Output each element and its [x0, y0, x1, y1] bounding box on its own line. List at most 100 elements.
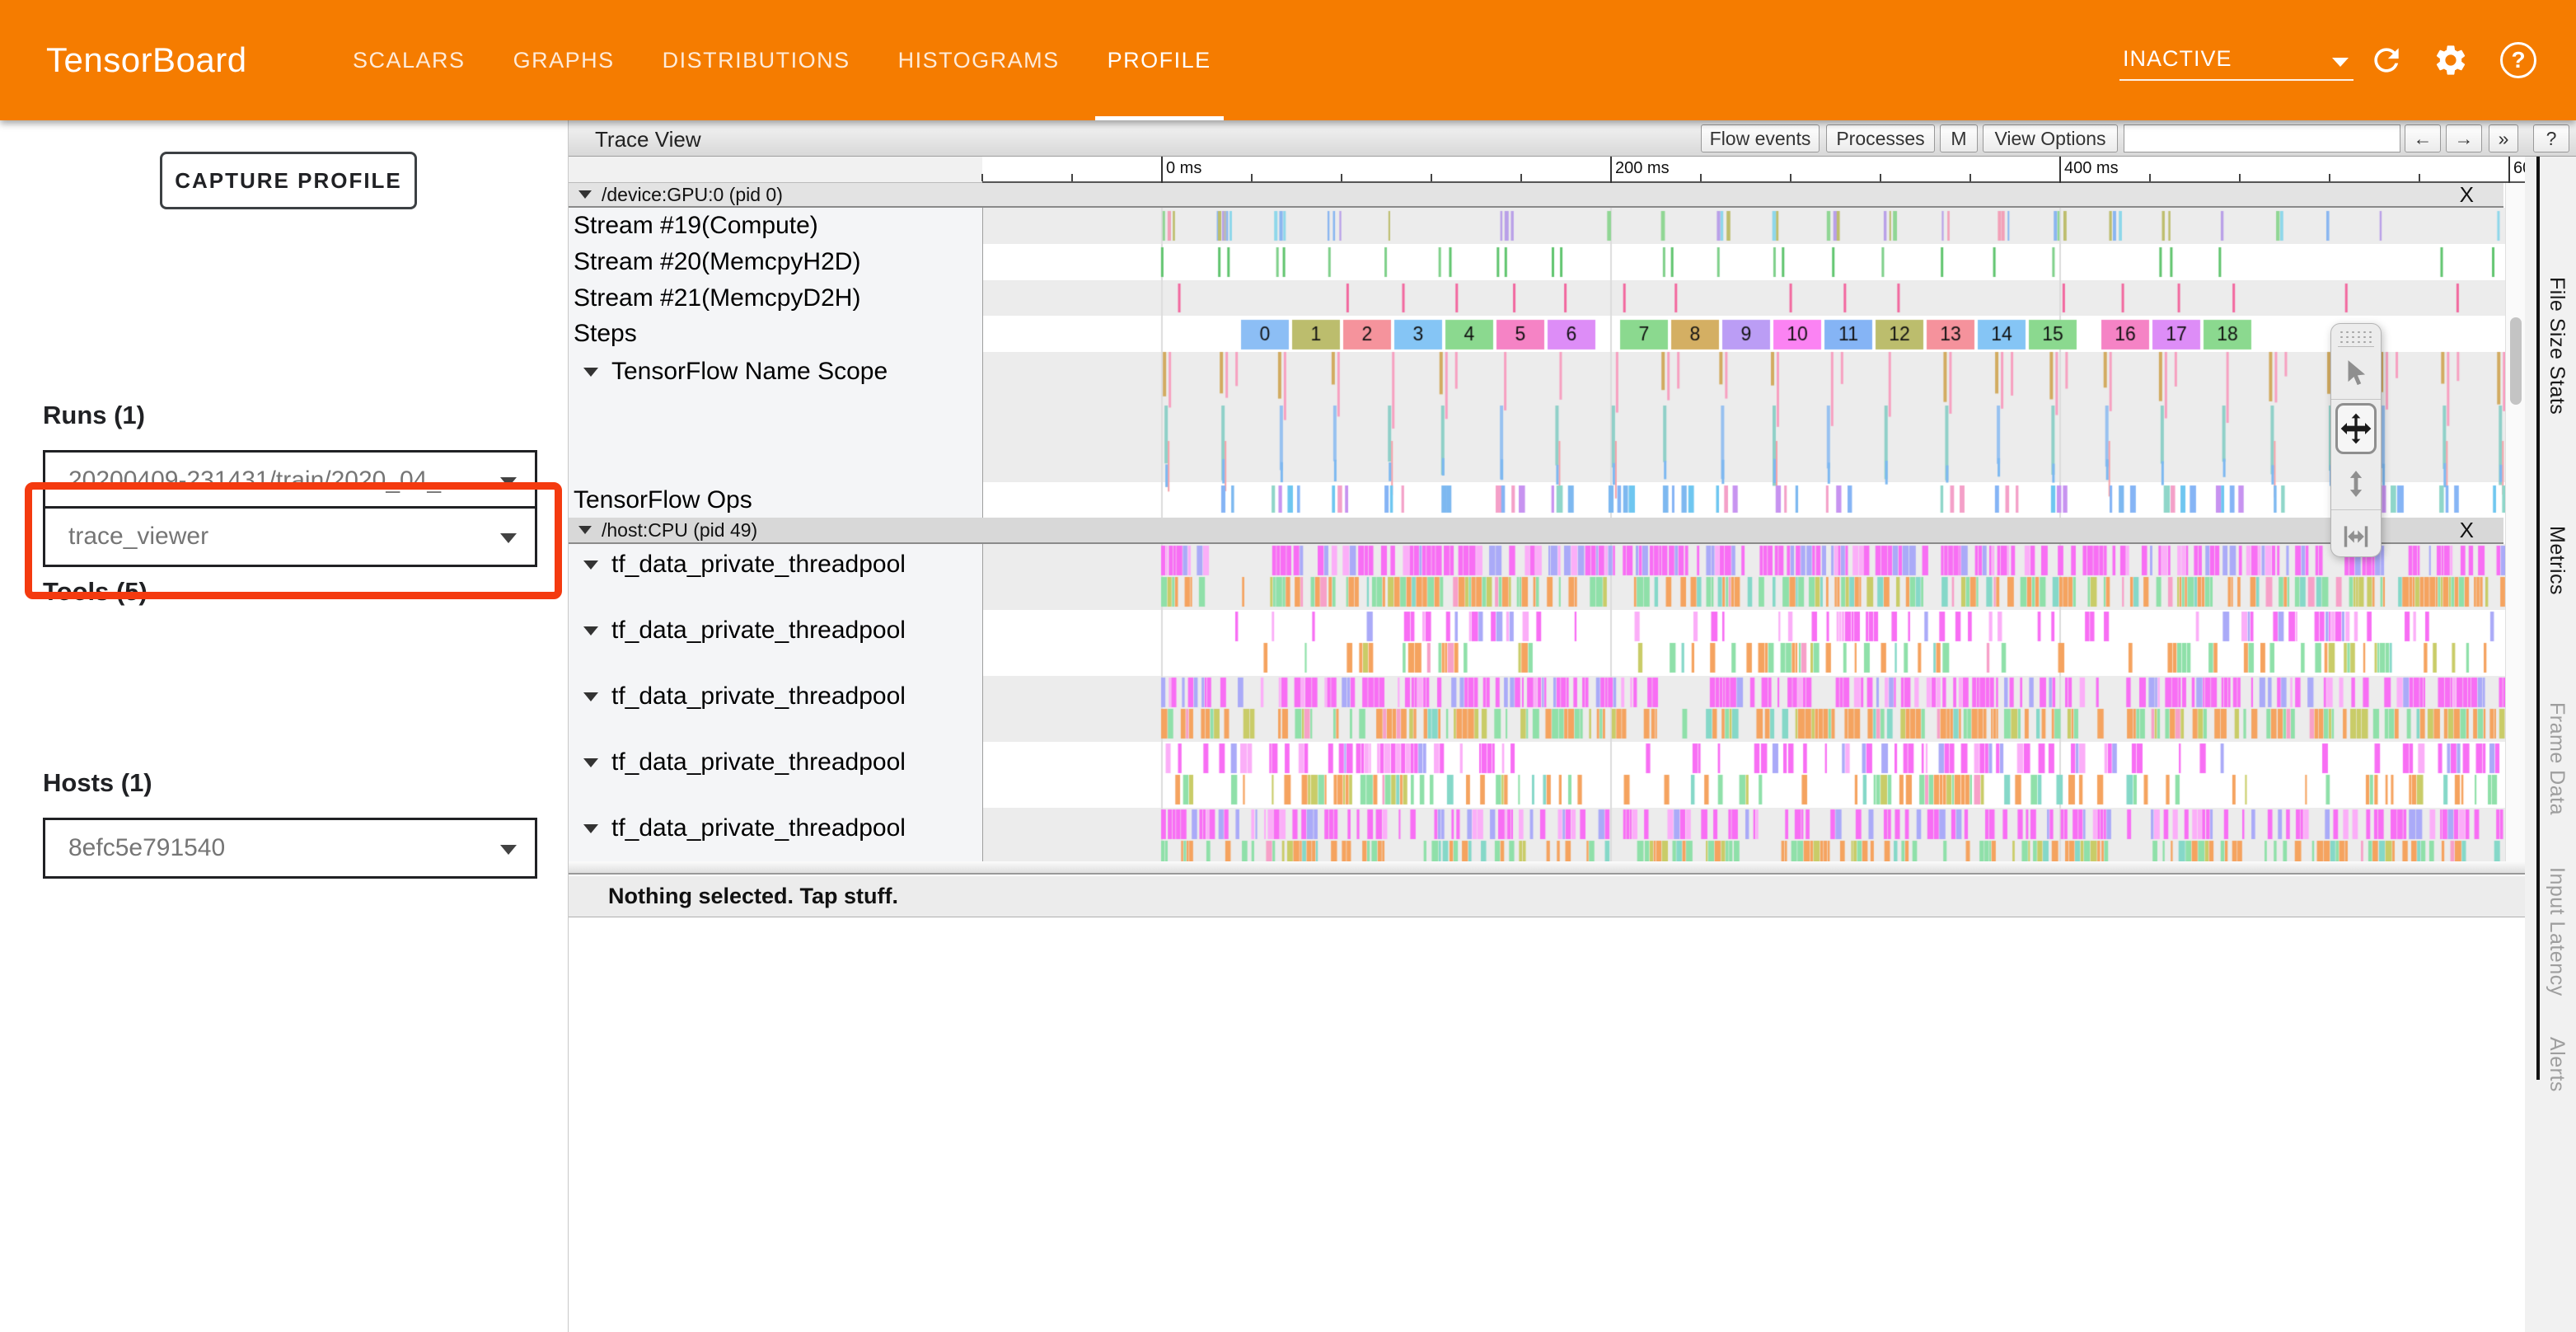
app-header: TensorBoard SCALARSGRAPHSDISTRIBUTIONSHI… [0, 0, 2576, 120]
track-row-label-text: tf_data_private_threadpool [611, 617, 906, 645]
chevron-down-icon [500, 477, 517, 487]
triangle-down-icon [583, 824, 598, 833]
trace-search-input[interactable] [2124, 124, 2400, 152]
triangle-down-icon [578, 526, 592, 534]
track-row-label-ops: TensorFlow Ops [574, 482, 752, 518]
hosts-select-value: 8efc5e791540 [68, 834, 225, 862]
track-row-label-tp0[interactable]: tf_data_private_threadpool [583, 544, 906, 585]
triangle-down-icon [583, 758, 598, 767]
ruler-minor-tick [1880, 174, 1881, 181]
side-tab-alerts[interactable]: Alerts [2545, 1037, 2569, 1092]
gear-icon[interactable] [2433, 42, 2469, 78]
side-tab-file-size-stats[interactable]: File Size Stats [2545, 277, 2569, 415]
track-row-label-text: Stream #21(MemcpyD2H) [574, 284, 860, 312]
more-button[interactable]: » [2489, 124, 2518, 152]
ruler-minor-tick [1071, 174, 1073, 181]
track-row-label-text: tf_data_private_threadpool [611, 682, 906, 711]
m-button[interactable]: M [1940, 124, 1978, 152]
trace-toolbar: Trace View Flow eventsProcessesMView Opt… [569, 120, 2576, 157]
tab-profile[interactable]: PROFILE [1084, 0, 1235, 120]
forward-arrow-button[interactable]: → [2446, 124, 2482, 152]
trace-viewer: Trace View Flow eventsProcessesMView Opt… [569, 120, 2576, 1332]
ruler-minor-tick [1790, 174, 1791, 181]
refresh-icon[interactable] [2368, 42, 2405, 78]
ruler-tick-label: 200 ms [1615, 159, 1670, 178]
trace-vertical-scrollbar[interactable] [2505, 183, 2525, 861]
trace-help-button[interactable]: ? [2533, 124, 2569, 152]
track-row-label-text: tf_data_private_threadpool [611, 748, 906, 776]
triangle-down-icon [583, 560, 598, 570]
track-row-label-tp4[interactable]: tf_data_private_threadpool [583, 808, 906, 849]
tab-strip-divider [2536, 157, 2540, 1080]
chevron-down-icon [2332, 58, 2349, 67]
ruler-minor-tick [1341, 174, 1342, 181]
process-section-header[interactable]: /device:GPU:0 (pid 0) X [569, 183, 2503, 208]
triangle-down-icon [583, 626, 598, 636]
track-row-label-tp3[interactable]: tf_data_private_threadpool [583, 742, 906, 783]
processes-button[interactable]: Processes [1826, 124, 1935, 152]
zoom-tool-button[interactable] [2331, 457, 2381, 510]
ruler-minor-tick [2149, 174, 2151, 181]
analysis-splitter-bar[interactable] [569, 861, 2525, 875]
trace-view-title: Trace View [595, 127, 701, 152]
hosts-select[interactable]: 8efc5e791540 [43, 818, 537, 879]
back-arrow-button[interactable]: ← [2405, 124, 2441, 152]
triangle-down-icon [583, 692, 598, 701]
view-options-button[interactable]: View Options [1983, 124, 2118, 152]
track-row-label-tp2[interactable]: tf_data_private_threadpool [583, 676, 906, 717]
track-row-label-text: TensorFlow Ops [574, 486, 752, 514]
process-section-header[interactable]: /host:CPU (pid 49)X [569, 518, 2503, 544]
ruler-tick-label: 400 ms [2064, 159, 2119, 178]
scrollbar-thumb[interactable] [2510, 317, 2522, 405]
ruler-major-tick [1610, 157, 1612, 183]
analysis-tab-strip: File Size Stats Metrics Frame Data Input La… [2525, 157, 2576, 1332]
tab-graphs[interactable]: GRAPHS [489, 0, 639, 120]
ruler-major-tick [2508, 157, 2510, 183]
ruler-minor-tick [981, 174, 983, 181]
help-icon[interactable]: ? [2500, 42, 2536, 78]
status-dropdown[interactable]: INACTIVE [2119, 41, 2354, 81]
ruler-tick-label: 0 ms [1166, 159, 1201, 178]
tab-histograms[interactable]: HISTOGRAMS [874, 0, 1084, 120]
track-row-label-text: TensorFlow Name Scope [611, 358, 888, 386]
palette-drag-grip[interactable] [2338, 329, 2374, 347]
track-row-label-text: tf_data_private_threadpool [611, 814, 906, 842]
side-tab-input-latency[interactable]: Input Latency [2545, 867, 2569, 997]
timeline-ruler: 0 ms200 ms400 ms600 [569, 157, 2576, 183]
ruler-minor-tick [1251, 174, 1253, 181]
side-tab-frame-data[interactable]: Frame Data [2545, 702, 2569, 815]
side-tab-metrics[interactable]: Metrics [2545, 526, 2569, 595]
tab-scalars[interactable]: SCALARS [329, 0, 489, 120]
ruler-major-tick [1161, 157, 1163, 183]
ruler-major-tick [2059, 157, 2061, 183]
track-row-label-text: tf_data_private_threadpool [611, 551, 906, 579]
ruler-minor-tick [1520, 174, 1522, 181]
timing-tool-button[interactable] [2331, 510, 2381, 563]
ruler-left-spacer [569, 157, 982, 183]
triangle-down-icon [583, 368, 598, 377]
analysis-panel [569, 918, 2525, 1332]
track-row-label-tp1[interactable]: tf_data_private_threadpool [583, 610, 906, 651]
section-close-button[interactable]: X [2460, 183, 2474, 208]
tensorboard-logo: TensorBoard [46, 0, 247, 120]
flow-events-button[interactable]: Flow events [1701, 124, 1820, 152]
runs-select[interactable]: 20200409-231431/train/2020_04_… [43, 450, 537, 511]
ruler-minor-tick [1969, 174, 1971, 181]
capture-profile-button[interactable]: CAPTURE PROFILE [160, 152, 417, 209]
track-row-label-namescope[interactable]: TensorFlow Name Scope [583, 352, 888, 392]
selection-tool-button[interactable] [2331, 347, 2381, 400]
process-section-title: /device:GPU:0 (pid 0) [602, 184, 783, 206]
vertical-arrows-icon [2340, 468, 2372, 500]
tools-select[interactable]: trace_viewer [43, 506, 537, 567]
triangle-down-icon [578, 190, 592, 199]
cursor-icon [2340, 358, 2372, 389]
pan-tool-button[interactable] [2335, 403, 2377, 454]
section-close-button[interactable]: X [2460, 518, 2474, 543]
track-row-label-text: Stream #20(MemcpyH2D) [574, 248, 860, 276]
runs-label: Runs (1) [43, 401, 145, 430]
selection-info-bar: Nothing selected. Tap stuff. [569, 876, 2525, 917]
pan-icon [2339, 412, 2372, 445]
sidebar: CAPTURE PROFILE Runs (1) 20200409-231431… [0, 120, 569, 1332]
tab-distributions[interactable]: DISTRIBUTIONS [639, 0, 874, 120]
status-dropdown-value: INACTIVE [2123, 46, 2232, 72]
